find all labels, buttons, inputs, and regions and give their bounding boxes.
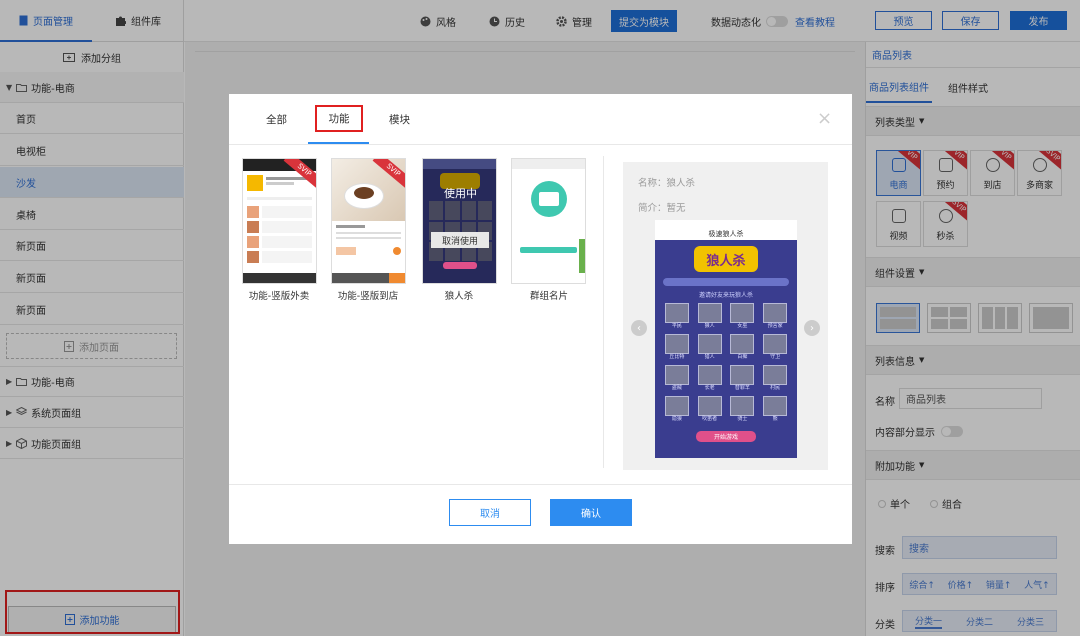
detail-intro: 简介：暂无 bbox=[638, 203, 686, 214]
role-tile: 隐狼 bbox=[663, 396, 691, 423]
role-avatar bbox=[730, 396, 755, 416]
role-tile: 丘比特 bbox=[663, 334, 691, 361]
footer-divider bbox=[229, 484, 852, 485]
detail-name: 名称：狼人杀 bbox=[638, 178, 696, 189]
tab-label: 功能 bbox=[328, 113, 350, 125]
add-feature-modal: 全部 功能 模块 × SVIP 功能-竖版外卖 SVIP 功能-竖版到店 使用中… bbox=[229, 94, 852, 544]
role-name: 长老 bbox=[704, 385, 715, 391]
role-tile: 猎人 bbox=[696, 334, 724, 361]
role-tile: 替罪羊 bbox=[729, 365, 757, 392]
in-use-status: 使用中 bbox=[444, 187, 477, 200]
confirm-button[interactable]: 确认 bbox=[550, 499, 632, 526]
template-label-text: 群组名片 bbox=[529, 291, 568, 302]
template-label-text: 功能-竖版到店 bbox=[337, 291, 399, 302]
role-name: 村民 bbox=[770, 385, 781, 391]
role-name: 白痴 bbox=[737, 354, 748, 360]
role-avatar bbox=[697, 365, 722, 385]
phone-preview: 极速狼人杀 狼人杀 邀请好友来玩狼人杀 平民 狼人 女巫 预言家丘比特 猎人 白痴 守卫盗贼… bbox=[655, 220, 797, 458]
role-name: 预言家 bbox=[767, 323, 783, 329]
role-avatar bbox=[763, 396, 788, 416]
cancel-button[interactable]: 取消 bbox=[449, 499, 531, 526]
tab-feature[interactable]: 功能 bbox=[315, 105, 363, 132]
template-label: 功能-竖版外卖 bbox=[234, 288, 324, 302]
role-avatar bbox=[664, 334, 689, 354]
tab-module[interactable]: 模块 bbox=[389, 112, 410, 127]
role-tile: 熊 bbox=[761, 396, 789, 423]
role-avatar bbox=[763, 365, 788, 385]
namecard-icon bbox=[530, 181, 567, 217]
template-detail-panel: 名称：狼人杀 简介：暂无 ‹ › 极速狼人杀 狼人杀 邀请好友来玩狼人杀 平民 狼… bbox=[623, 162, 828, 470]
role-avatar bbox=[664, 303, 689, 323]
role-tile: 狼人 bbox=[696, 303, 724, 330]
cancel-use-button[interactable]: 取消使用 bbox=[431, 232, 489, 248]
tab-label: 全部 bbox=[266, 114, 287, 126]
tab-all[interactable]: 全部 bbox=[266, 112, 287, 127]
template-label: 功能-竖版到店 bbox=[323, 288, 413, 302]
role-tile: 盗贼 bbox=[663, 365, 691, 392]
role-name: 平民 bbox=[671, 323, 682, 329]
role-tile: 预言家 bbox=[761, 303, 789, 330]
role-avatar bbox=[697, 303, 722, 323]
role-tile: 骑士 bbox=[729, 396, 757, 423]
template-card-group-namecard[interactable] bbox=[511, 158, 586, 284]
role-avatar bbox=[730, 365, 755, 385]
role-avatar bbox=[730, 303, 755, 323]
confirm-label: 确认 bbox=[581, 509, 601, 520]
phone-title: 极速狼人杀 bbox=[655, 228, 797, 240]
start-game-button: 开始游戏 bbox=[696, 431, 756, 442]
template-label-text: 功能-竖版外卖 bbox=[248, 291, 310, 302]
template-card-werewolf[interactable]: 使用中 取消使用 bbox=[422, 158, 497, 284]
template-label-text: 狼人杀 bbox=[444, 291, 474, 302]
tab-label: 模块 bbox=[389, 114, 410, 126]
game-logo: 狼人杀 bbox=[694, 246, 758, 272]
role-grid: 平民 狼人 女巫 预言家丘比特 猎人 白痴 守卫盗贼 长老 替罪羊 村民隐狼 吹笛者 骑士 熊 bbox=[663, 303, 789, 423]
role-name: 骑士 bbox=[737, 416, 748, 422]
role-name: 女巫 bbox=[737, 323, 748, 329]
role-name: 守卫 bbox=[770, 354, 781, 360]
shop-info bbox=[247, 175, 312, 191]
role-avatar bbox=[664, 396, 689, 416]
tab-divider bbox=[229, 144, 852, 145]
role-name: 隐狼 bbox=[671, 416, 682, 422]
role-name: 丘比特 bbox=[669, 354, 685, 360]
cancel-label: 取消 bbox=[480, 509, 500, 520]
role-name: 盗贼 bbox=[671, 385, 682, 391]
role-tile: 长老 bbox=[696, 365, 724, 392]
role-tile: 女巫 bbox=[729, 303, 757, 330]
role-tile: 吹笛者 bbox=[696, 396, 724, 423]
role-tile: 守卫 bbox=[761, 334, 789, 361]
role-avatar bbox=[697, 396, 722, 416]
role-avatar bbox=[664, 365, 689, 385]
role-avatar bbox=[730, 334, 755, 354]
close-icon[interactable]: × bbox=[817, 110, 832, 128]
role-tile: 村民 bbox=[761, 365, 789, 392]
template-label: 群组名片 bbox=[504, 288, 594, 302]
role-name: 吹笛者 bbox=[702, 416, 718, 422]
role-name: 狼人 bbox=[704, 323, 715, 329]
role-name: 猎人 bbox=[704, 354, 715, 360]
role-name: 熊 bbox=[772, 416, 778, 422]
template-card-instore[interactable]: SVIP bbox=[331, 158, 406, 284]
role-tile: 白痴 bbox=[729, 334, 757, 361]
role-name: 替罪羊 bbox=[734, 385, 750, 391]
game-subtitle: 邀请好友来玩狼人杀 bbox=[698, 292, 753, 299]
template-label: 狼人杀 bbox=[414, 288, 504, 302]
role-avatar bbox=[697, 334, 722, 354]
card-footer bbox=[332, 273, 405, 283]
card-footer bbox=[243, 273, 316, 283]
prev-arrow-icon[interactable]: ‹ bbox=[631, 320, 647, 336]
role-avatar bbox=[763, 334, 788, 354]
template-card-takeout[interactable]: SVIP bbox=[242, 158, 317, 284]
detail-divider bbox=[603, 156, 604, 468]
role-avatar bbox=[763, 303, 788, 323]
next-arrow-icon[interactable]: › bbox=[804, 320, 820, 336]
role-tile: 平民 bbox=[663, 303, 691, 330]
